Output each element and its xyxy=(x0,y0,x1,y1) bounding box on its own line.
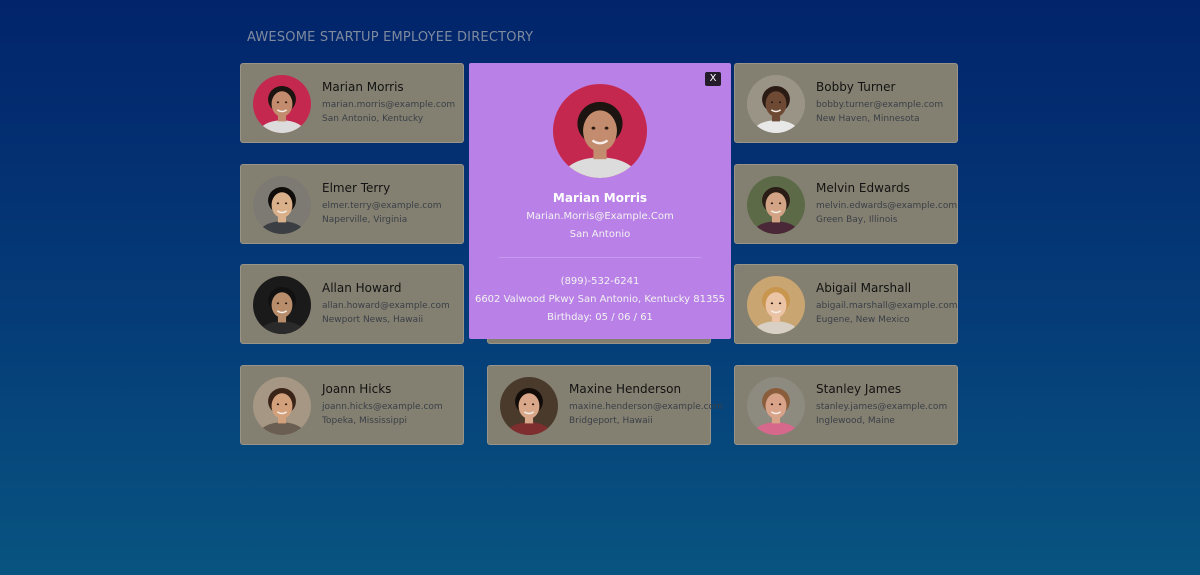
employee-name: Elmer Terry xyxy=(322,181,391,195)
employee-name: Allan Howard xyxy=(322,281,402,295)
avatar xyxy=(253,75,311,133)
avatar xyxy=(253,276,311,334)
employee-location: Topeka, Mississippi xyxy=(322,416,407,426)
employee-email: marian.morris@example.com xyxy=(322,100,456,110)
employee-location: San Antonio, Kentucky xyxy=(322,114,424,124)
employee-card[interactable]: Abigail Marshall abigail.marshall@exampl… xyxy=(734,264,958,344)
avatar xyxy=(500,377,558,435)
employee-card[interactable]: Stanley James stanley.james@example.com … xyxy=(734,365,958,445)
employee-email: maxine.henderson@example.com xyxy=(569,402,723,412)
avatar xyxy=(747,276,805,334)
employee-location: Bridgeport, Hawaii xyxy=(569,416,653,426)
employee-name: Marian Morris xyxy=(322,80,404,94)
avatar xyxy=(253,377,311,435)
employee-name: Bobby Turner xyxy=(816,80,896,94)
employee-card[interactable]: Bobby Turner bobby.turner@example.com Ne… xyxy=(734,63,958,143)
avatar xyxy=(747,377,805,435)
close-button[interactable]: X xyxy=(705,72,721,86)
avatar xyxy=(747,176,805,234)
modal-address: 6602 Valwood Pkwy San Antonio, Kentucky … xyxy=(474,294,726,305)
employee-email: bobby.turner@example.com xyxy=(816,100,944,110)
employee-card[interactable]: Joann Hicks joann.hicks@example.com Tope… xyxy=(240,365,464,445)
portrait-icon xyxy=(747,377,805,435)
employee-email: elmer.terry@example.com xyxy=(322,201,442,211)
employee-location: Green Bay, Illinois xyxy=(816,215,898,225)
portrait-icon xyxy=(253,377,311,435)
portrait-icon xyxy=(500,377,558,435)
employee-name: Stanley James xyxy=(816,382,902,396)
employee-card[interactable]: Allan Howard allan.howard@example.com Ne… xyxy=(240,264,464,344)
portrait-icon xyxy=(253,176,311,234)
employee-modal: X Marian Morris Marian.Morris@Example.Co… xyxy=(469,63,731,339)
modal-phone: (899)-532-6241 xyxy=(560,276,640,287)
employee-email: melvin.edwards@example.com xyxy=(816,201,958,211)
modal-birthday: Birthday: 05 / 06 / 61 xyxy=(547,312,653,323)
employee-card[interactable]: Elmer Terry elmer.terry@example.com Nape… xyxy=(240,164,464,244)
portrait-icon xyxy=(747,75,805,133)
modal-divider xyxy=(499,257,701,258)
portrait-icon xyxy=(553,84,647,178)
employee-name: Abigail Marshall xyxy=(816,281,912,295)
modal-city: San Antonio xyxy=(569,229,631,240)
modal-avatar xyxy=(553,84,647,178)
modal-name: Marian Morris xyxy=(552,191,648,205)
employee-location: Inglewood, Maine xyxy=(816,416,895,426)
employee-card[interactable]: Maxine Henderson maxine.henderson@exampl… xyxy=(487,365,723,445)
employee-email: joann.hicks@example.com xyxy=(322,402,443,412)
avatar xyxy=(253,176,311,234)
employee-name: Joann Hicks xyxy=(322,382,392,396)
portrait-icon xyxy=(747,276,805,334)
employee-email: stanley.james@example.com xyxy=(816,402,948,412)
portrait-icon xyxy=(253,276,311,334)
employee-email: allan.howard@example.com xyxy=(322,301,450,311)
employee-name: Maxine Henderson xyxy=(569,382,682,396)
portrait-icon xyxy=(253,75,311,133)
avatar xyxy=(747,75,805,133)
employee-location: Naperville, Virginia xyxy=(322,215,408,225)
employee-location: New Haven, Minnesota xyxy=(816,114,920,124)
modal-email: Marian.Morris@Example.Com xyxy=(526,211,674,222)
employee-card[interactable]: Marian Morris marian.morris@example.com … xyxy=(240,63,464,143)
employee-name: Melvin Edwards xyxy=(816,181,910,195)
page-title: AWESOME STARTUP EMPLOYEE DIRECTORY xyxy=(247,30,534,45)
employee-location: Newport News, Hawaii xyxy=(322,315,424,325)
employee-location: Eugene, New Mexico xyxy=(816,315,910,325)
employee-email: abigail.marshall@example.com xyxy=(816,301,958,311)
employee-card[interactable]: Melvin Edwards melvin.edwards@example.co… xyxy=(734,164,958,244)
portrait-icon xyxy=(747,176,805,234)
